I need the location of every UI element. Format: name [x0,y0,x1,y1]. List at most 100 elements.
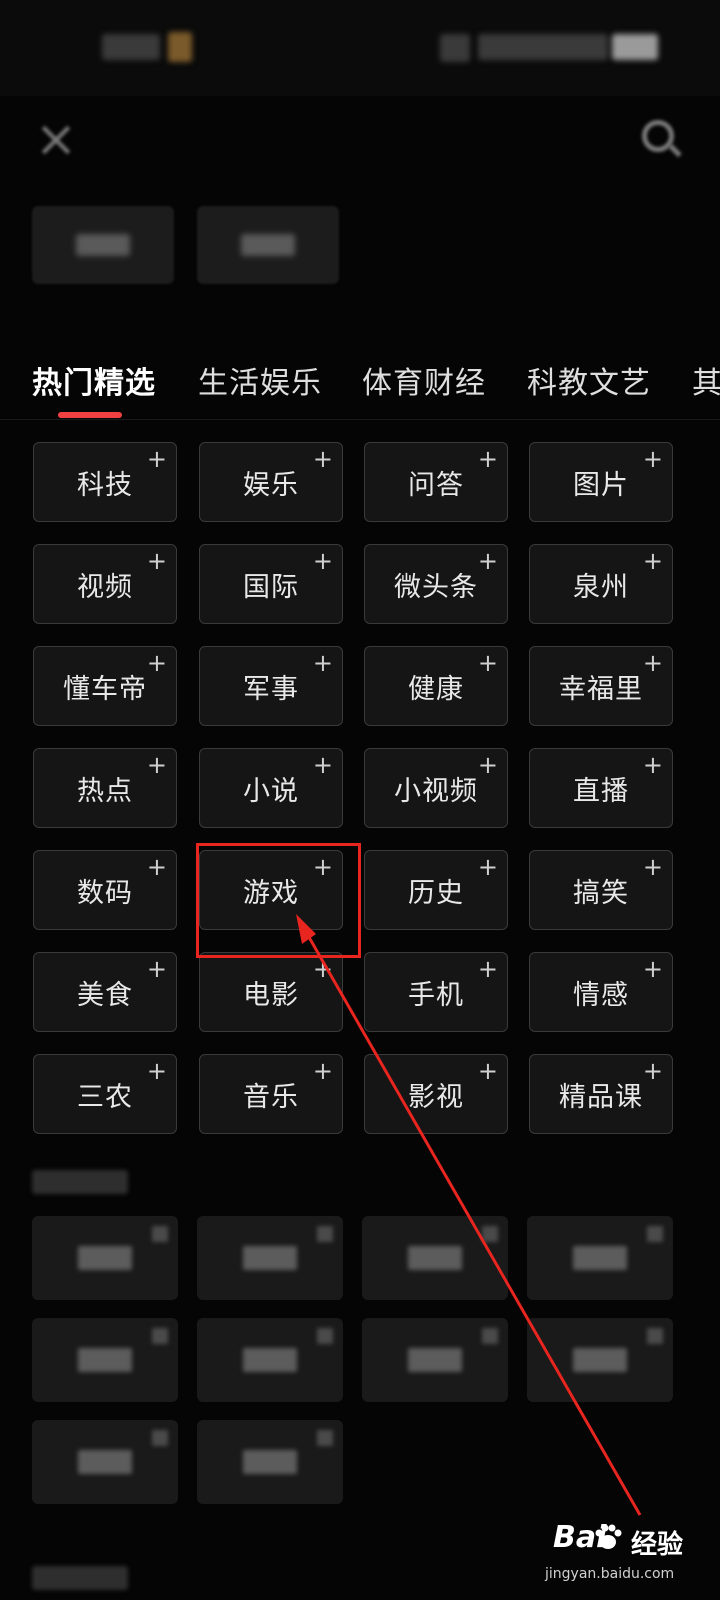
channel-chip[interactable]: 娱乐 + [199,442,343,522]
add-icon: + [312,751,334,779]
channel-label: 泉州 [573,571,629,603]
blurred-channel-chip[interactable] [32,1216,178,1300]
channel-label: 影视 [408,1081,464,1113]
tab-life-entertainment[interactable]: 生活娱乐 [198,358,322,402]
add-icon: + [146,751,168,779]
add-icon: + [642,955,664,983]
channel-label: 三农 [77,1081,133,1113]
channel-chip[interactable]: 三农 + [33,1054,177,1134]
my-channel-chip[interactable] [197,206,339,284]
channel-chip[interactable]: 懂车帝 + [33,646,177,726]
add-icon: + [312,1057,334,1085]
my-channel-chip[interactable] [32,206,174,284]
channel-label: 数码 [77,877,133,909]
add-icon: + [642,1057,664,1085]
channel-chip[interactable]: 科技 + [33,442,177,522]
blurred-channel-chip[interactable] [527,1216,673,1300]
header [0,96,720,196]
channel-chip[interactable]: 手机 + [364,952,508,1032]
channel-chip[interactable]: 幸福里 + [529,646,673,726]
channel-chip[interactable]: 视频 + [33,544,177,624]
category-tabs: 热门精选 生活娱乐 体育财经 科教文艺 其 [0,340,720,420]
channel-label: 美食 [77,979,133,1011]
add-icon: + [146,955,168,983]
channel-label: 历史 [408,877,464,909]
add-icon: + [312,955,334,983]
channel-chip[interactable]: 军事 + [199,646,343,726]
baidu-jingyan-watermark: Bai 经验 jingyan.baidu.com [545,1520,710,1590]
blurred-channel-chip[interactable] [362,1318,508,1402]
add-icon: + [477,751,499,779]
channel-chip[interactable]: 图片 + [529,442,673,522]
tab-hot-picks[interactable]: 热门精选 [32,358,156,402]
add-icon: + [642,751,664,779]
add-icon: + [477,1057,499,1085]
add-icon: + [312,445,334,473]
channel-label: 电影 [243,979,299,1011]
channel-label: 微头条 [394,571,478,603]
blurred-channel-chip[interactable] [32,1420,178,1504]
channel-label: 手机 [408,979,464,1011]
channel-chip[interactable]: 影视 + [364,1054,508,1134]
channel-chip[interactable]: 国际 + [199,544,343,624]
blurred-channel-chip[interactable] [527,1318,673,1402]
channel-chip[interactable]: 音乐 + [199,1054,343,1134]
add-icon: + [312,649,334,677]
channel-chip[interactable]: 直播 + [529,748,673,828]
channel-chip[interactable]: 微头条 + [364,544,508,624]
add-icon: + [477,547,499,575]
close-icon[interactable] [36,120,76,160]
blurred-channel-chip[interactable] [197,1216,343,1300]
section-label-blurred [32,1170,128,1194]
channel-manager-screen: 热门精选 生活娱乐 体育财经 科教文艺 其 科技 + 娱乐 + 问答 + 图片 + 视频… [0,0,720,1600]
channel-chip[interactable]: 搞笑 + [529,850,673,930]
active-tab-indicator [58,412,122,418]
channel-label: 懂车帝 [63,673,147,705]
section-label-blurred [32,1566,128,1590]
channel-chip[interactable]: 泉州 + [529,544,673,624]
add-icon: + [146,547,168,575]
annotation-highlight-box [196,843,361,958]
search-icon[interactable] [640,118,684,162]
watermark-name: 经验 [631,1530,684,1560]
channel-label: 搞笑 [573,877,629,909]
blurred-channel-chip[interactable] [197,1420,343,1504]
blurred-channel-chip[interactable] [197,1318,343,1402]
add-icon: + [146,445,168,473]
channel-chip[interactable]: 小视频 + [364,748,508,828]
channel-label: 幸福里 [559,673,643,705]
add-icon: + [146,853,168,881]
status-time-blurred [102,34,160,60]
status-notification-icon [168,32,192,62]
add-icon: + [642,547,664,575]
channel-chip[interactable]: 健康 + [364,646,508,726]
tab-science-arts[interactable]: 科教文艺 [527,358,651,402]
add-icon: + [477,853,499,881]
battery-icon [612,34,658,60]
status-icon [440,34,470,62]
tab-sports-finance[interactable]: 体育财经 [362,358,486,402]
blurred-channel-chip[interactable] [32,1318,178,1402]
add-icon: + [146,649,168,677]
channel-label: 精品课 [559,1081,643,1113]
channel-chip[interactable]: 数码 + [33,850,177,930]
channel-label: 热点 [77,775,133,807]
channel-label: 直播 [573,775,629,807]
channel-chip[interactable]: 情感 + [529,952,673,1032]
channel-label: 健康 [408,673,464,705]
add-icon: + [642,649,664,677]
baidu-paw-icon [595,1524,622,1549]
channel-label: 情感 [573,979,629,1011]
channel-chip[interactable]: 热点 + [33,748,177,828]
channel-label: 国际 [243,571,299,603]
channel-chip[interactable]: 历史 + [364,850,508,930]
channel-chip[interactable]: 精品课 + [529,1054,673,1134]
blurred-channel-chip[interactable] [362,1216,508,1300]
channel-chip[interactable]: 电影 + [199,952,343,1032]
add-icon: + [477,649,499,677]
channel-chip[interactable]: 小说 + [199,748,343,828]
channel-chip[interactable]: 美食 + [33,952,177,1032]
tab-other[interactable]: 其 [692,358,720,402]
channel-chip[interactable]: 问答 + [364,442,508,522]
status-bar [0,0,720,96]
